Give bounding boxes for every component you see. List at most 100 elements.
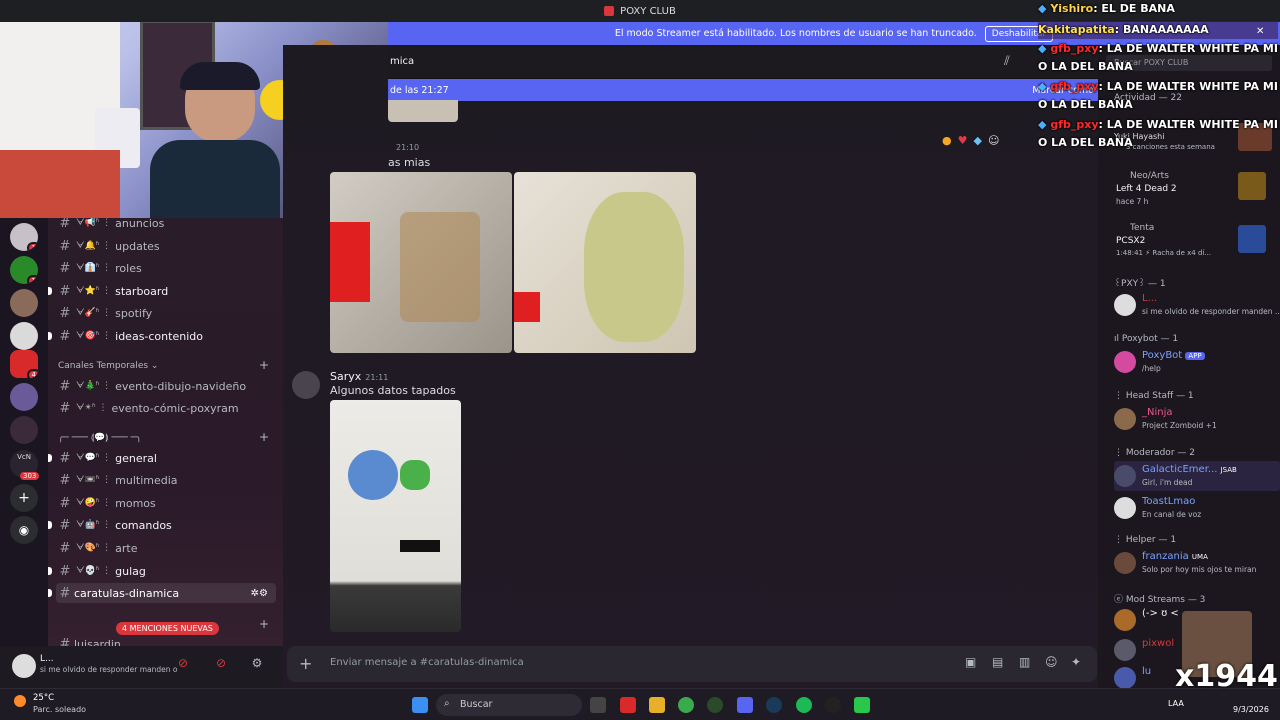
language-indicator[interactable]: LAA — [1168, 699, 1184, 708]
chat-user: Yishiro — [1050, 2, 1094, 15]
channel-updates[interactable]: # ᗄ🔔ʱ ⋮ updates — [56, 236, 276, 256]
chrome-icon[interactable] — [678, 697, 694, 713]
dog-drawing — [584, 192, 684, 342]
channel-deco: ᗄ💀ʱ ⋮ — [76, 566, 112, 576]
apps-icon[interactable]: ✦ — [1071, 655, 1081, 669]
add-channel-icon[interactable]: + — [259, 617, 269, 631]
author-name[interactable]: Saryx — [330, 370, 361, 383]
channel-starboard[interactable]: # ᗄ⭐ʱ ⋮ starboard — [48, 281, 276, 301]
emoji-icon[interactable]: ☺ — [1045, 655, 1058, 669]
member-item[interactable]: GalacticEmer... JSAB Girl, i'm dead — [1114, 461, 1280, 491]
channel-ideas-contenido[interactable]: # ᗄ🎯ʱ ⋮ ideas-contenido — [48, 326, 276, 346]
channel-label: ideas-contenido — [115, 329, 203, 343]
message-author-row: Saryx 21:11 — [330, 370, 388, 383]
channel-caratulas-dinamica[interactable]: # caratulas-dinamica ✲⚙ — [48, 583, 276, 603]
category-temp[interactable]: Canales Temporales ⌄ — [58, 361, 158, 371]
hash-icon: # — [59, 495, 71, 511]
smile-reaction-icon[interactable]: ☺ — [988, 134, 999, 147]
channel-label: general — [115, 451, 157, 465]
add-server-icon[interactable]: + — [10, 484, 38, 512]
attachment-image[interactable] — [514, 172, 696, 353]
message-composer[interactable]: + Enviar mensaje a #caratulas-dinamica ▣… — [287, 646, 1097, 682]
spotify-icon[interactable] — [796, 697, 812, 713]
deafen-icon[interactable]: ⊘ — [212, 656, 230, 674]
member-item[interactable]: PoxyBot APP/help — [1114, 347, 1274, 377]
server-icon[interactable]: 1 — [10, 256, 38, 284]
heart-reaction-icon[interactable]: ♥ — [958, 134, 968, 147]
add-channel-icon[interactable]: + — [259, 358, 269, 372]
channel-settings-icon[interactable]: ✲⚙ — [251, 588, 268, 599]
activity-user[interactable]: Tenta — [1130, 223, 1154, 233]
member-name-row: PoxyBot APP — [1142, 350, 1205, 361]
explorer-icon[interactable] — [649, 697, 665, 713]
member-item[interactable]: ToastLmao En canal de voz — [1114, 493, 1274, 523]
previous-image[interactable] — [388, 100, 458, 122]
game-icon[interactable] — [1238, 172, 1266, 200]
channel-roles[interactable]: # ᗄ👔ʱ ⋮ roles — [56, 258, 276, 278]
server-icon[interactable]: 1 — [10, 223, 38, 251]
add-channel-icon[interactable]: + — [259, 430, 269, 444]
discover-icon[interactable]: ◉ — [10, 516, 38, 544]
channel-partial[interactable]: # luisardin — [56, 634, 276, 647]
steam-icon[interactable] — [766, 697, 782, 713]
stream-badge-icon: ◆ — [1038, 80, 1047, 93]
attachment-image[interactable] — [330, 400, 461, 632]
channel-deco: ᗄ🎨ʱ ⋮ — [76, 543, 112, 553]
channel-comandos[interactable]: # ᗄ🤖ʱ ⋮ comandos — [48, 515, 276, 535]
gift-icon[interactable]: ▣ — [965, 655, 976, 669]
category-chat[interactable]: ╭─ ─── ⟬💬⟭ ─── ─╮ — [58, 433, 142, 443]
member-item[interactable]: franzania UMA Solo por hoy mis ojos te mi… — [1114, 548, 1274, 578]
channel-anuncios[interactable]: # ᗄ📢ʱ ⋮ anuncios — [56, 218, 276, 233]
discord-icon[interactable] — [737, 697, 753, 713]
app-icon[interactable] — [825, 697, 841, 713]
member-item[interactable]: L... si me olvido de responder manden ... — [1114, 290, 1280, 320]
chat-text: : EL DE BANA — [1093, 2, 1175, 15]
server-icon[interactable] — [10, 289, 38, 317]
mute-mic-icon[interactable]: ⊘ — [174, 656, 192, 674]
hash-icon: # — [59, 540, 71, 556]
channel-general[interactable]: # ᗄ💬ʱ ⋮ general — [48, 448, 276, 468]
weather-icon[interactable] — [14, 695, 26, 707]
member-item[interactable]: _Ninja Project Zomboid +1 — [1114, 404, 1274, 434]
channel-arte[interactable]: # ᗄ🎨ʱ ⋮ arte — [56, 538, 276, 558]
channel-momos[interactable]: # ᗄ🤪ʱ ⋮ momos — [56, 493, 276, 513]
server-icon[interactable] — [10, 322, 38, 350]
new-messages-bar[interactable]: de las 21:27 Marcar como — [388, 79, 1098, 101]
avatar[interactable] — [12, 654, 36, 678]
channel-evento-comic[interactable]: # ᗄ✴ʱ ⋮ evento-cómic-poxyram — [56, 398, 276, 418]
taskbar-search[interactable]: ⌕ Buscar — [436, 694, 582, 716]
server-icon-active[interactable]: 4 — [10, 350, 38, 378]
threads-icon[interactable]: ⫽ — [1004, 54, 1010, 69]
taskbar-date[interactable]: 9/3/2026 — [1233, 705, 1269, 714]
taskview-icon[interactable] — [590, 697, 606, 713]
attachment-image[interactable] — [330, 172, 512, 353]
diamond-reaction-icon[interactable]: ◆ — [973, 134, 981, 147]
obs-icon[interactable] — [707, 697, 723, 713]
hash-icon: # — [59, 238, 71, 254]
channel-multimedia[interactable]: # ᗄ📼ʱ ⋮ multimedia — [56, 470, 276, 490]
windows-start-icon[interactable] — [412, 697, 428, 713]
fire-reaction-icon[interactable]: ● — [942, 134, 952, 147]
channel-gulag[interactable]: # ᗄ💀ʱ ⋮ gulag — [48, 561, 276, 581]
channel-evento-dibujo[interactable]: # ᗄ🎄ʱ ⋮ evento-dibujo-navideño — [56, 376, 276, 396]
member-tag: UMA — [1191, 553, 1208, 561]
channel-label: starboard — [115, 284, 169, 298]
app-icon[interactable] — [854, 697, 870, 713]
game-icon[interactable] — [1238, 225, 1266, 253]
window-title: POXY CLUB — [620, 5, 676, 17]
app-icon[interactable] — [620, 697, 636, 713]
activity-user[interactable]: Neo/Arts — [1130, 171, 1169, 181]
avatar[interactable] — [292, 371, 320, 399]
gif-icon[interactable]: ▤ — [992, 655, 1003, 669]
search-icon: ⌕ — [444, 698, 450, 709]
server-icon[interactable] — [10, 383, 38, 411]
member-name: franzania — [1142, 551, 1189, 562]
hash-icon: # — [59, 472, 71, 488]
gear-icon[interactable]: ⚙ — [248, 656, 266, 674]
add-attachment-icon[interactable]: + — [299, 654, 312, 673]
member-status: Girl, i'm dead — [1142, 478, 1193, 487]
server-icon[interactable] — [10, 416, 38, 444]
close-icon[interactable]: ✕ — [1256, 26, 1264, 37]
channel-spotify[interactable]: # ᗄ🎸ʱ ⋮ spotify — [56, 303, 276, 323]
sticker-icon[interactable]: ▥ — [1019, 655, 1030, 669]
